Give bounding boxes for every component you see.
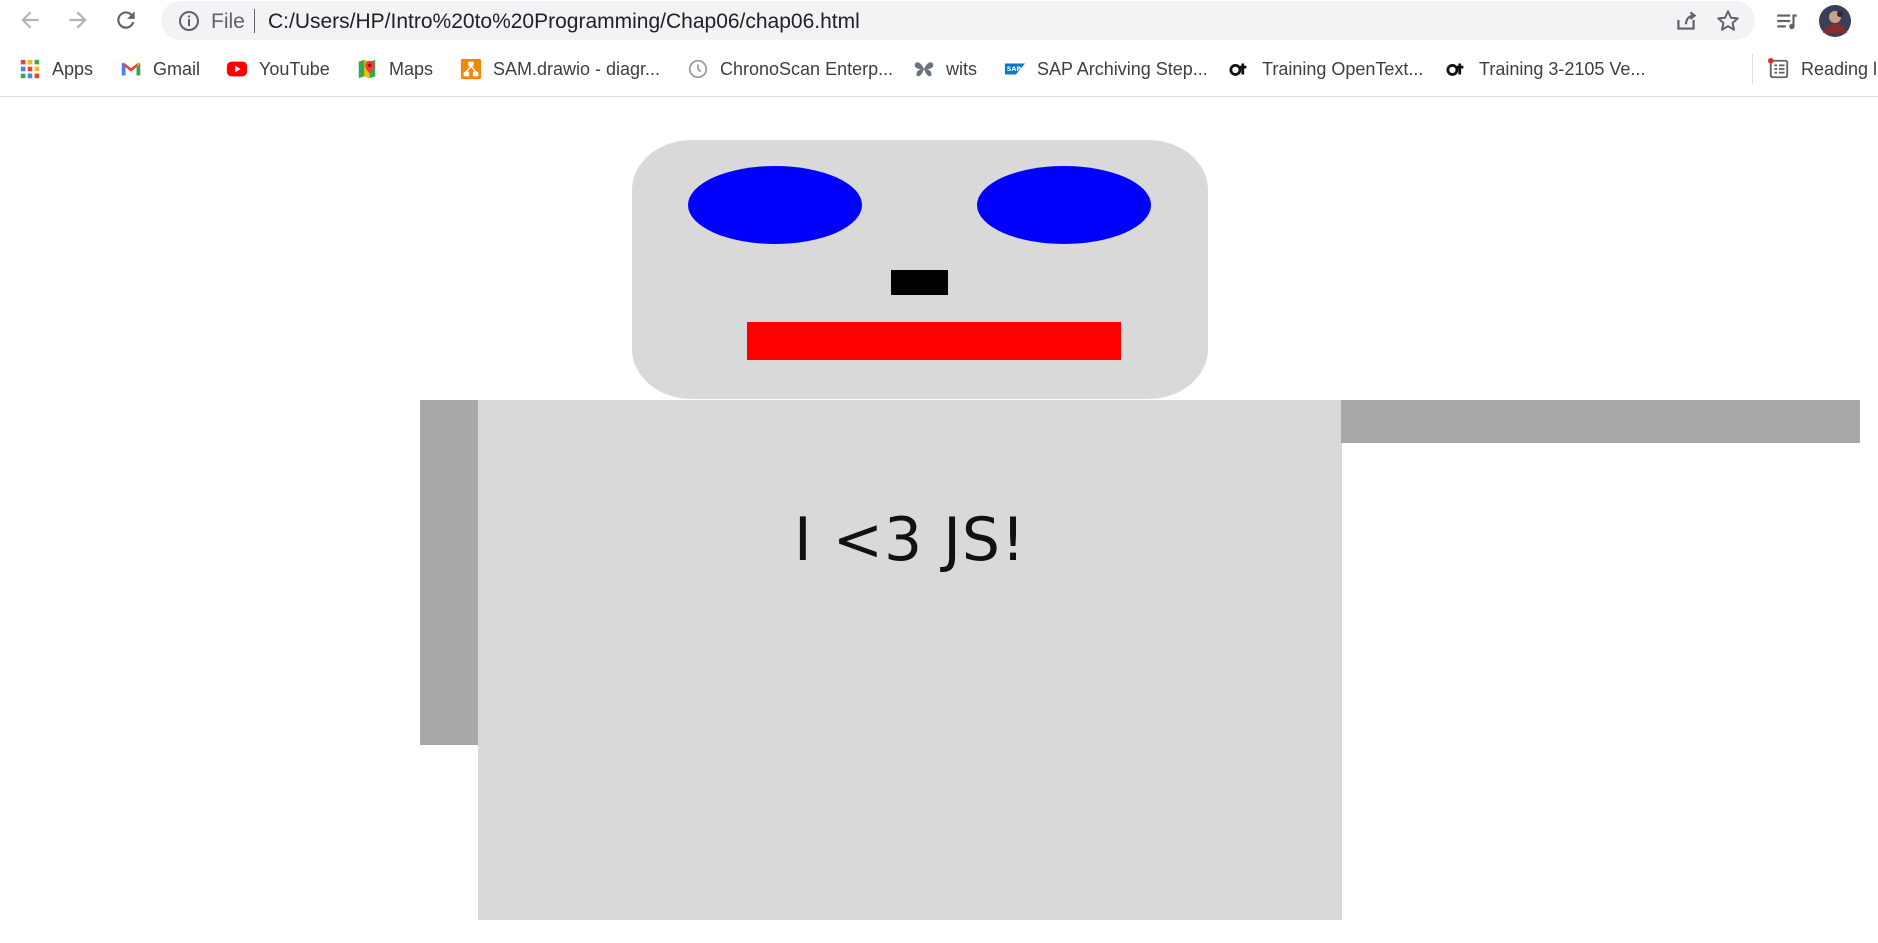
- clock-icon: [687, 58, 709, 80]
- bookmarks-separator: [1752, 54, 1753, 84]
- forward-button[interactable]: [60, 2, 96, 38]
- scheme-label: File: [211, 10, 245, 33]
- apps-grid-icon: [19, 58, 41, 80]
- svg-text:SAP: SAP: [1007, 65, 1022, 73]
- bookmark-label: SAM.drawio - diagr...: [493, 58, 661, 79]
- reading-list-label: Reading l: [1801, 58, 1878, 79]
- bookmark-label: Gmail: [153, 58, 201, 79]
- address-bar[interactable]: File C:/Users/HP/Intro%20to%20Programmin…: [161, 1, 1755, 40]
- avatar: [1819, 5, 1851, 37]
- gmail-icon: [120, 58, 142, 80]
- bookmark-maps[interactable]: Maps: [356, 54, 433, 84]
- robot-left-arm: [420, 400, 480, 745]
- butterfly-icon: [913, 58, 935, 80]
- robot-mouth: [747, 322, 1121, 360]
- bookmark-training-opentext[interactable]: Training OpenText...: [1229, 54, 1423, 84]
- arrow-left-icon: [21, 11, 39, 29]
- arrow-right-icon: [69, 11, 87, 29]
- bookmark-sap-archiving[interactable]: SAP SAP Archiving Step...: [1004, 54, 1208, 84]
- bookmark-chronoscan[interactable]: ChronoScan Enterp...: [687, 54, 893, 84]
- reading-list-icon: [1768, 58, 1790, 80]
- reload-icon: [117, 11, 135, 29]
- bookmark-label: Apps: [52, 58, 94, 79]
- bookmarks-bar: Apps Gmail YouTube Maps SAM.drawio - dia…: [0, 49, 1878, 89]
- robot-shirt-text: I <3 JS!: [793, 505, 1027, 575]
- maps-icon: [356, 58, 378, 80]
- share-icon[interactable]: [1673, 8, 1699, 34]
- drawio-icon: [460, 58, 482, 80]
- sap-icon: SAP: [1004, 58, 1026, 80]
- url-text[interactable]: C:/Users/HP/Intro%20to%20Programming/Cha…: [268, 10, 860, 34]
- bookmark-label: YouTube: [259, 58, 330, 79]
- bookmark-wits[interactable]: wits: [913, 54, 977, 84]
- info-icon[interactable]: [177, 9, 201, 33]
- browser-toolbar: File C:/Users/HP/Intro%20to%20Programmin…: [0, 0, 1878, 42]
- robot-left-eye: [688, 166, 862, 244]
- bookmark-label: Training OpenText...: [1262, 58, 1424, 79]
- bookmark-label: ChronoScan Enterp...: [720, 58, 894, 79]
- star-icon[interactable]: [1715, 8, 1741, 34]
- youtube-icon: [226, 58, 248, 80]
- robot-right-eye: [977, 166, 1151, 244]
- robot-right-arm: [1341, 400, 1860, 443]
- opentext-icon: [1446, 58, 1468, 80]
- media-controls-button[interactable]: [1770, 4, 1804, 38]
- profile-avatar-button[interactable]: [1818, 4, 1852, 38]
- reading-list-button[interactable]: Reading l: [1768, 54, 1877, 84]
- bookmark-gmail[interactable]: Gmail: [120, 54, 200, 84]
- bookmark-sam-drawio[interactable]: SAM.drawio - diagr...: [460, 54, 660, 84]
- reload-button[interactable]: [108, 2, 144, 38]
- bookmark-apps[interactable]: Apps: [19, 54, 93, 84]
- bookmark-label: Training 3-2105 Ve...: [1479, 58, 1646, 79]
- address-separator: [254, 9, 255, 33]
- bookmark-label: Maps: [389, 58, 434, 79]
- media-queue-icon: [1777, 14, 1797, 30]
- opentext-icon: [1229, 58, 1251, 80]
- robot-nose: [891, 270, 948, 295]
- robot-body: [478, 400, 1342, 920]
- bookmark-training-3-2105[interactable]: Training 3-2105 Ve...: [1446, 54, 1645, 84]
- bookmark-label: wits: [946, 58, 977, 79]
- bookmark-label: SAP Archiving Step...: [1037, 58, 1208, 79]
- back-button[interactable]: [12, 2, 48, 38]
- bookmark-youtube[interactable]: YouTube: [226, 54, 330, 84]
- page-canvas: I <3 JS!: [0, 97, 1878, 943]
